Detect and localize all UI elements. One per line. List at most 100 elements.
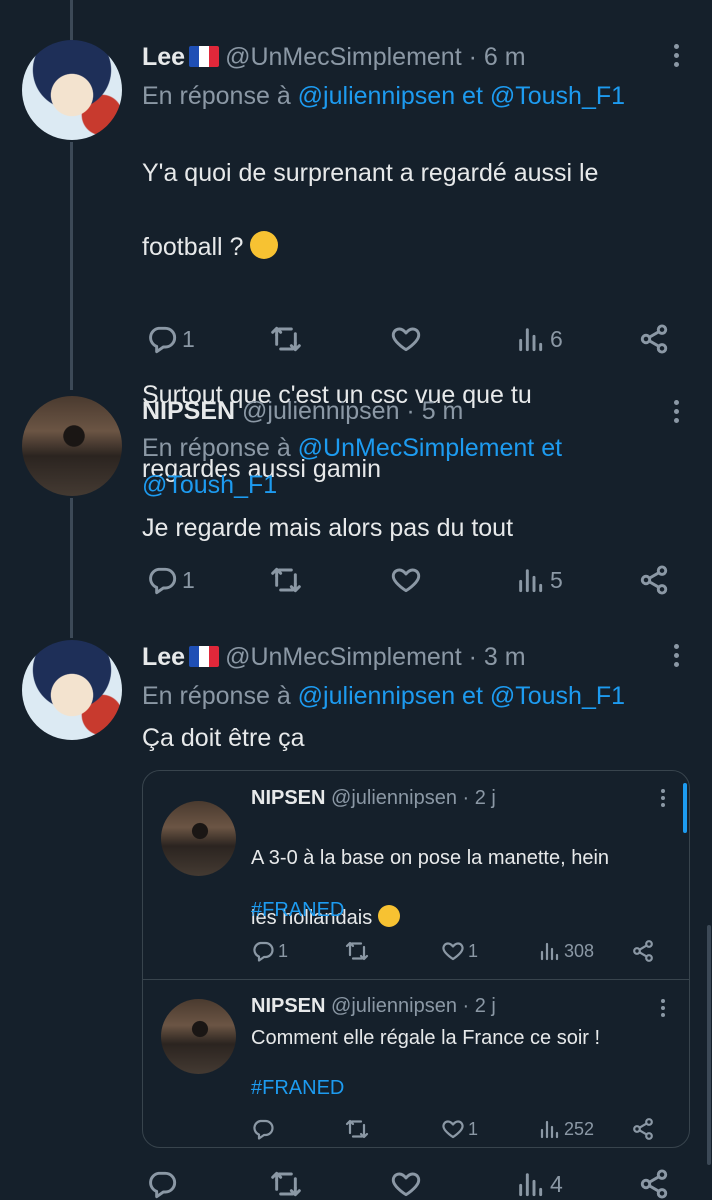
tweet-actions: 1 6	[142, 323, 682, 357]
share-button[interactable]	[631, 939, 655, 963]
retweet-icon	[270, 1168, 302, 1200]
reply-icon	[251, 939, 275, 963]
like-button[interactable]: 1	[441, 1117, 478, 1141]
mention-link[interactable]: @juliennipsen	[298, 82, 455, 110]
display-name[interactable]: NIPSEN	[251, 995, 325, 1017]
french-flag-icon	[189, 646, 220, 667]
tweet-actions: 1 5	[142, 564, 682, 598]
share-button[interactable]	[631, 1117, 655, 1141]
reply-button[interactable]	[146, 1168, 178, 1200]
reply-icon	[251, 1117, 275, 1141]
views-button[interactable]: 5	[514, 564, 563, 596]
tweet-text: Comment elle régale la France ce soir !	[251, 1027, 601, 1049]
retweet-button[interactable]	[270, 564, 302, 596]
hashtag-link[interactable]: #FRANED	[251, 1077, 344, 1100]
thread-connector	[70, 142, 73, 390]
reply-button[interactable]	[251, 1117, 275, 1141]
tweet-header: Lee @UnMecSimplement · 6 m	[142, 42, 526, 72]
views-button[interactable]: 6	[514, 323, 563, 355]
like-button[interactable]: 1	[441, 939, 478, 963]
handle[interactable]: @juliennipsen	[331, 995, 457, 1017]
like-button[interactable]	[390, 564, 422, 596]
reply-button[interactable]: 1	[251, 939, 288, 963]
views-button[interactable]: 4	[514, 1168, 563, 1200]
like-icon	[441, 1117, 465, 1141]
divider	[143, 979, 689, 980]
timestamp[interactable]: · 3 m	[469, 643, 526, 671]
reply-button[interactable]: 1	[146, 323, 195, 355]
handle[interactable]: @juliennipsen	[331, 787, 457, 809]
reply-icon	[146, 1168, 178, 1200]
tweet-text: Ça doit être ça	[142, 724, 305, 752]
hashtag-link[interactable]: #FRANED	[251, 899, 344, 922]
more-icon[interactable]	[661, 789, 665, 810]
like-icon	[390, 1168, 422, 1200]
mention-link[interactable]: @UnMecSimplement	[298, 434, 535, 462]
like-icon	[390, 564, 422, 596]
retweet-button[interactable]	[270, 1168, 302, 1200]
avatar[interactable]	[161, 999, 236, 1074]
page-scrollbar[interactable]	[707, 925, 711, 1165]
like-button[interactable]	[390, 1168, 422, 1200]
tweet-header: NIPSEN @juliennipsen · 2 j	[251, 787, 496, 810]
retweet-icon	[270, 323, 302, 355]
more-icon[interactable]	[674, 44, 680, 71]
mention-link[interactable]: @Toush_F1	[490, 82, 625, 110]
mention-link[interactable]: @Toush_F1	[142, 471, 277, 499]
handle[interactable]: @UnMecSimplement	[225, 43, 462, 71]
timestamp[interactable]: · 2 j	[463, 995, 496, 1017]
views-icon	[537, 939, 561, 963]
share-icon	[631, 1117, 655, 1141]
views-button[interactable]: 252	[537, 1117, 594, 1141]
tweet-actions: 1 252	[251, 1117, 661, 1143]
tweet-actions: 1 1 308	[251, 939, 661, 965]
thread-connector	[70, 0, 73, 40]
handle[interactable]: @juliennipsen	[242, 397, 399, 425]
avatar[interactable]	[22, 40, 122, 140]
like-button[interactable]	[390, 323, 422, 355]
timestamp[interactable]: · 5 m	[406, 397, 463, 425]
share-icon	[638, 1168, 670, 1200]
scrollbar[interactable]	[683, 783, 687, 833]
handle[interactable]: @UnMecSimplement	[225, 643, 462, 671]
share-button[interactable]	[638, 323, 670, 355]
display-name[interactable]: Lee	[142, 643, 185, 671]
thread-connector	[70, 498, 73, 638]
more-icon[interactable]	[674, 400, 680, 427]
mention-link[interactable]: @Toush_F1	[490, 682, 625, 710]
emoji-raised-eyebrow	[250, 231, 279, 259]
retweet-button[interactable]	[345, 1117, 369, 1141]
reply-context: En réponse à @UnMecSimplement et @Toush_…	[142, 434, 563, 499]
retweet-icon	[345, 1117, 369, 1141]
views-icon	[514, 1168, 546, 1200]
like-icon	[390, 323, 422, 355]
french-flag-icon	[189, 46, 220, 67]
views-button[interactable]: 308	[537, 939, 594, 963]
display-name[interactable]: Lee	[142, 43, 185, 71]
retweet-icon	[345, 939, 369, 963]
tweet-header: NIPSEN @juliennipsen · 2 j	[251, 995, 496, 1018]
like-icon	[441, 939, 465, 963]
display-name[interactable]: NIPSEN	[142, 397, 235, 425]
share-icon	[638, 564, 670, 596]
views-icon	[514, 564, 546, 596]
mention-link[interactable]: @juliennipsen	[298, 682, 455, 710]
retweet-button[interactable]	[270, 323, 302, 355]
quoted-thread-card[interactable]: NIPSEN @juliennipsen · 2 j A 3-0 à la ba…	[142, 770, 690, 1148]
more-icon[interactable]	[674, 644, 680, 671]
share-button[interactable]	[638, 564, 670, 596]
avatar[interactable]	[22, 640, 122, 740]
reply-context: En réponse à @juliennipsen et @Toush_F1	[142, 82, 626, 110]
share-button[interactable]	[638, 1168, 670, 1200]
retweet-icon	[270, 564, 302, 596]
timestamp[interactable]: · 6 m	[469, 43, 526, 71]
display-name[interactable]: NIPSEN	[251, 787, 325, 809]
more-icon[interactable]	[661, 999, 665, 1020]
reply-icon	[146, 323, 178, 355]
avatar[interactable]	[161, 801, 236, 876]
timestamp[interactable]: · 2 j	[463, 787, 496, 809]
avatar[interactable]	[22, 396, 122, 496]
tweet-header: Lee @UnMecSimplement · 3 m	[142, 642, 526, 672]
reply-button[interactable]: 1	[146, 564, 195, 596]
retweet-button[interactable]	[345, 939, 369, 963]
